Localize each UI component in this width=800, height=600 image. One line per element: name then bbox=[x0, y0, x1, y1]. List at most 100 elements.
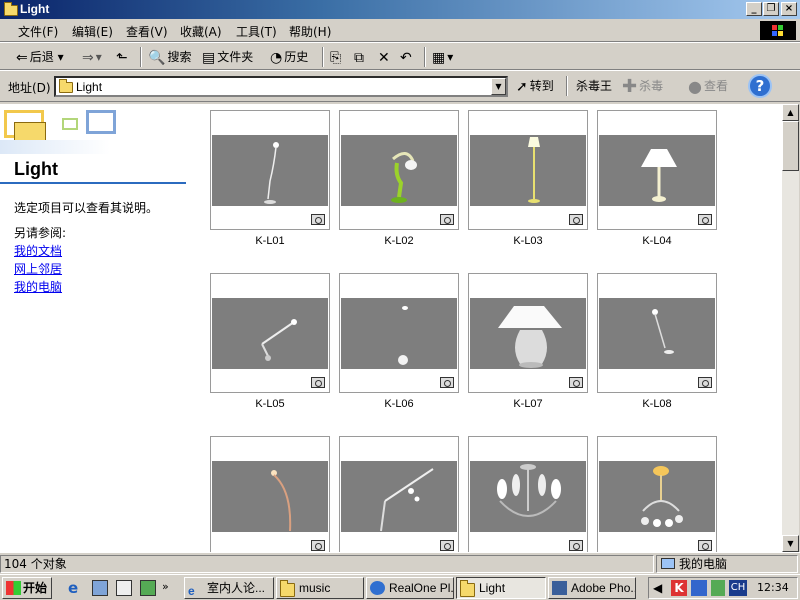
thumbnail-badge-icon bbox=[311, 214, 325, 225]
menu-favorites[interactable]: 收藏(A) bbox=[180, 23, 222, 40]
antivirus-label[interactable]: 杀毒王 bbox=[576, 76, 612, 96]
thumbnail-item[interactable] bbox=[597, 273, 717, 393]
copy-to-icon: ⧉ bbox=[354, 49, 364, 66]
check-label: 查看 bbox=[703, 79, 728, 93]
thumbnail-badge-icon bbox=[311, 377, 325, 388]
thumbnail-item[interactable] bbox=[339, 110, 459, 230]
thumbnail-item[interactable] bbox=[468, 436, 588, 552]
item-label[interactable]: K-L02 bbox=[339, 235, 459, 247]
thumbnail-badge-icon bbox=[440, 540, 454, 551]
up-folder-button[interactable]: ⬑ bbox=[116, 47, 130, 67]
thumbnail-badge-icon bbox=[440, 377, 454, 388]
thumbnail-item[interactable] bbox=[210, 273, 330, 393]
move-to-icon: ⎘ bbox=[330, 49, 342, 66]
arm-lamp-preview bbox=[261, 319, 297, 361]
task-label: Light bbox=[479, 581, 506, 595]
delete-button[interactable]: ✕ bbox=[378, 47, 392, 67]
link-my-documents[interactable]: 我的文档 bbox=[14, 242, 62, 259]
scroll-thumb[interactable] bbox=[782, 121, 799, 171]
menu-view[interactable]: 查看(V) bbox=[126, 23, 168, 40]
menu-edit[interactable]: 编辑(E) bbox=[72, 23, 113, 40]
kingsoft-icon[interactable]: K bbox=[671, 580, 687, 596]
quicklaunch-more-icon[interactable]: » bbox=[162, 580, 169, 593]
photoshop-icon bbox=[552, 581, 567, 595]
link-network-places[interactable]: 网上邻居 bbox=[14, 260, 62, 277]
quicklaunch-ie-icon[interactable]: e bbox=[68, 580, 84, 596]
status-bar: 104 个对象 我的电脑 bbox=[0, 552, 800, 574]
search-button[interactable]: 🔍 搜索 bbox=[148, 47, 191, 67]
volume-icon[interactable]: ◀ bbox=[653, 581, 662, 595]
scroll-up-button[interactable]: ▲ bbox=[782, 104, 799, 121]
title-bar[interactable]: Light _ ❐ × bbox=[0, 0, 800, 19]
apple-icon: ● bbox=[688, 76, 702, 96]
history-button[interactable]: ◔ 历史 bbox=[270, 47, 308, 67]
keyboard-icon[interactable] bbox=[691, 580, 707, 596]
task-music[interactable]: music bbox=[276, 577, 364, 599]
quicklaunch-app-icon[interactable] bbox=[116, 580, 132, 596]
thumbnail-item[interactable] bbox=[210, 436, 330, 552]
thumbnail-item[interactable] bbox=[468, 273, 588, 393]
menu-file[interactable]: 文件(F) bbox=[18, 23, 58, 40]
address-dropdown-button[interactable]: ▼ bbox=[491, 78, 506, 95]
thumbnail-item[interactable] bbox=[210, 110, 330, 230]
item-label[interactable]: K-L08 bbox=[597, 398, 717, 410]
clock[interactable]: 12:34 bbox=[757, 581, 789, 594]
menu-help[interactable]: 帮助(H) bbox=[289, 23, 331, 40]
vertical-scrollbar[interactable]: ▲ ▼ bbox=[782, 104, 799, 552]
thumbnail-item[interactable] bbox=[597, 110, 717, 230]
thumbnail-item[interactable] bbox=[597, 436, 717, 552]
task-ie[interactable]: e 室内人论... bbox=[184, 577, 274, 599]
thumbnail-item[interactable] bbox=[339, 436, 459, 552]
selection-hint: 选定项目可以查看其说明。 bbox=[14, 201, 159, 215]
task-photoshop[interactable]: Adobe Pho... bbox=[548, 577, 636, 599]
kill-virus-label: 杀毒 bbox=[639, 79, 664, 93]
copy-to-button[interactable]: ⧉ bbox=[354, 47, 366, 67]
back-label: 后退 bbox=[29, 50, 54, 64]
menu-bar: 文件(F) 编辑(E) 查看(V) 收藏(A) 工具(T) 帮助(H) bbox=[0, 19, 800, 42]
item-label[interactable]: K-L05 bbox=[210, 398, 330, 410]
reading-lamp-preview bbox=[652, 309, 674, 354]
item-label[interactable]: K-L06 bbox=[339, 398, 459, 410]
forward-button[interactable]: ⇒ ▾ bbox=[82, 47, 102, 67]
folder-icon bbox=[280, 580, 295, 597]
help-icon[interactable]: ? bbox=[748, 74, 772, 98]
item-label[interactable]: K-L07 bbox=[468, 398, 588, 410]
thumbnail-badge-icon bbox=[440, 214, 454, 225]
link-my-computer[interactable]: 我的电脑 bbox=[14, 278, 62, 295]
start-button[interactable]: 开始 bbox=[2, 577, 52, 599]
check-button[interactable]: ● 查看 bbox=[688, 76, 728, 96]
thumbnail-item[interactable] bbox=[468, 110, 588, 230]
quicklaunch-desktop-icon[interactable] bbox=[92, 580, 108, 596]
pendant-lamp-preview bbox=[398, 306, 408, 365]
item-label[interactable]: K-L01 bbox=[210, 235, 330, 247]
menu-tools[interactable]: 工具(T) bbox=[236, 23, 277, 40]
item-label[interactable]: K-L04 bbox=[597, 235, 717, 247]
system-tray: ◀ K CH 12:34 bbox=[648, 577, 798, 599]
language-indicator[interactable]: CH bbox=[729, 580, 747, 596]
cross-icon: ✚ bbox=[622, 75, 638, 97]
kill-virus-button[interactable]: ✚ 杀毒 bbox=[622, 76, 663, 96]
undo-button[interactable]: ↶ bbox=[400, 47, 414, 67]
item-label[interactable]: K-L03 bbox=[468, 235, 588, 247]
minimize-button[interactable]: _ bbox=[746, 2, 762, 16]
ie-icon: e bbox=[188, 584, 195, 598]
up-folder-icon: ⬑ bbox=[116, 49, 128, 66]
views-button[interactable]: ▦ ▾ bbox=[432, 47, 453, 67]
task-light[interactable]: Light bbox=[456, 577, 546, 599]
crystal-chandelier-preview bbox=[641, 466, 683, 527]
network-icon[interactable] bbox=[711, 580, 725, 596]
close-button[interactable]: × bbox=[781, 2, 797, 16]
quicklaunch-media-icon[interactable] bbox=[140, 580, 156, 596]
folders-button[interactable]: ▤ 文件夹 bbox=[202, 47, 253, 67]
move-to-button[interactable]: ⎘ bbox=[330, 47, 343, 67]
object-count: 104 个对象 bbox=[0, 555, 654, 573]
restore-button[interactable]: ❐ bbox=[763, 2, 779, 16]
task-realone[interactable]: RealOne Pl... bbox=[366, 577, 454, 599]
go-button[interactable]: ➚ 转到 bbox=[516, 76, 554, 96]
back-button[interactable]: ⇐ 后退 ▾ bbox=[16, 47, 64, 67]
undo-icon: ↶ bbox=[400, 49, 412, 66]
scroll-down-button[interactable]: ▼ bbox=[782, 535, 799, 552]
thumbnail-item[interactable] bbox=[339, 273, 459, 393]
address-input[interactable]: Light ▼ bbox=[54, 76, 508, 97]
address-label: 地址(D) bbox=[8, 81, 51, 95]
